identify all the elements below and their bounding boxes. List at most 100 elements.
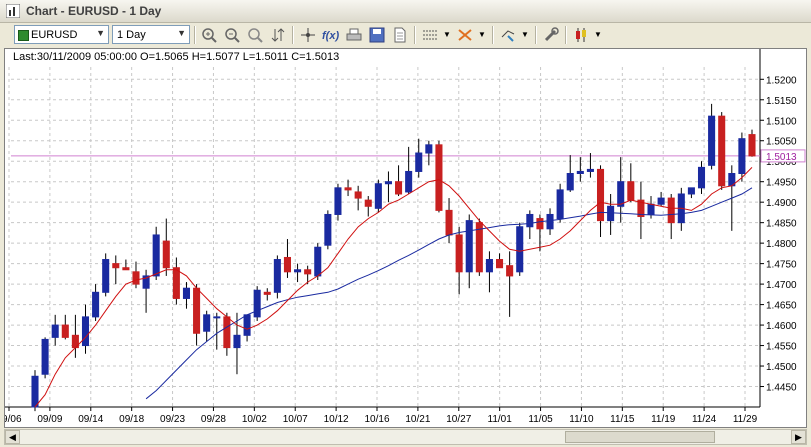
timeframe-value: 1 Day xyxy=(117,29,146,41)
candle-down xyxy=(364,199,372,207)
x-tick-label: 11/19 xyxy=(651,414,676,425)
candle-down xyxy=(455,234,463,273)
x-tick-label: 10/27 xyxy=(446,414,471,425)
chart-panel[interactable]: Last:30/11/2009 05:00:00 O=1.5065 H=1.50… xyxy=(4,48,807,428)
candle-down xyxy=(61,324,69,338)
candle-down xyxy=(223,316,231,349)
candle-down xyxy=(627,181,635,201)
candlestick-chart[interactable]: 1.4450 1.4500 1.4550 1.4600 1.4650 1.4700 1.47… xyxy=(5,49,806,427)
y-tick-label: 1.4800 xyxy=(766,239,797,250)
y-tick-label: 1.5050 xyxy=(766,137,797,148)
symbol-value: EURUSD xyxy=(31,29,78,41)
horizontal-scrollbar[interactable]: ◀ ▶ xyxy=(4,429,807,445)
candle-up xyxy=(334,187,342,215)
candle-up xyxy=(617,181,625,207)
chart-type-button[interactable] xyxy=(571,25,591,45)
candle-up xyxy=(41,338,49,375)
candle-up xyxy=(213,316,221,319)
candle-up xyxy=(314,246,322,277)
candle-up xyxy=(51,324,59,338)
document-button[interactable] xyxy=(390,25,410,45)
candle-down xyxy=(122,267,130,271)
candle-up xyxy=(738,138,746,175)
y-tick-label: 1.4600 xyxy=(766,321,797,332)
scroll-right-button[interactable]: ▶ xyxy=(791,430,806,444)
toolbar-separator xyxy=(492,26,494,44)
symbol-select[interactable]: EURUSD ▼ xyxy=(14,25,109,44)
toolbar-separator xyxy=(414,26,416,44)
candle-up xyxy=(465,220,473,273)
grid-icon xyxy=(423,30,437,40)
y-tick-label: 1.4850 xyxy=(766,219,797,230)
candle-up xyxy=(556,189,564,220)
title-bar: Chart - EURUSD - 1 Day xyxy=(0,0,811,23)
candle-up xyxy=(697,166,706,189)
zoom-in-button[interactable] xyxy=(199,25,219,45)
chevron-down-icon[interactable]: ▼ xyxy=(521,30,529,39)
save-button[interactable] xyxy=(367,25,387,45)
drawing-tools-button[interactable] xyxy=(498,25,518,45)
x-tick-label: 11/15 xyxy=(610,414,635,425)
y-tick-label: 1.4750 xyxy=(766,260,797,271)
candle-up xyxy=(182,287,191,299)
settings-button[interactable] xyxy=(541,25,561,45)
x-tick-label: 09/06 xyxy=(5,414,22,425)
y-tick-label: 1.4650 xyxy=(766,301,797,312)
document-icon xyxy=(394,27,406,43)
x-tick-label: 09/14 xyxy=(78,414,103,425)
zoom-in-icon xyxy=(202,28,217,43)
candle-down xyxy=(395,181,403,195)
chevron-down-icon: ▼ xyxy=(177,28,186,38)
candle-up xyxy=(415,152,423,172)
candle-up xyxy=(203,314,211,332)
scroll-left-button[interactable]: ◀ xyxy=(5,430,20,444)
y-tick-label: 1.5100 xyxy=(766,116,797,127)
zoom-out-button[interactable] xyxy=(222,25,242,45)
scrollbar-thumb[interactable] xyxy=(565,431,715,443)
candle-up xyxy=(92,291,100,318)
candlestick-icon xyxy=(576,28,586,42)
functions-button[interactable]: f(x) xyxy=(321,25,341,45)
candle-up xyxy=(708,115,716,166)
candle-up xyxy=(324,213,332,246)
toolbar-separator xyxy=(194,26,196,44)
timeframe-select[interactable]: 1 Day ▼ xyxy=(112,25,190,44)
candle-up xyxy=(31,375,39,408)
svg-text:f(x): f(x) xyxy=(322,30,339,42)
sort-icon xyxy=(271,28,285,42)
zoom-reset-button[interactable] xyxy=(245,25,265,45)
chevron-down-icon[interactable]: ▼ xyxy=(443,30,451,39)
x-tick-label: 10/16 xyxy=(364,414,389,425)
candle-up xyxy=(647,203,655,215)
crosshair-button[interactable] xyxy=(298,25,318,45)
print-button[interactable] xyxy=(344,25,364,45)
candle-up xyxy=(374,183,382,209)
pattern-button[interactable] xyxy=(455,25,475,45)
candle-up xyxy=(576,170,584,175)
candle-up xyxy=(81,316,90,347)
candle-down xyxy=(162,240,170,269)
sort-button[interactable] xyxy=(268,25,288,45)
candle-up xyxy=(273,259,281,293)
y-tick-label: 1.4950 xyxy=(766,178,797,189)
candle-up xyxy=(384,181,392,185)
toolbar-separator xyxy=(565,26,567,44)
print-icon xyxy=(346,28,362,41)
candle-down xyxy=(112,263,120,269)
candle-down xyxy=(283,256,291,273)
pattern-icon xyxy=(458,29,472,41)
chevron-down-icon[interactable]: ▼ xyxy=(594,30,602,39)
candle-up xyxy=(607,205,615,222)
candle-down xyxy=(132,271,140,285)
candle-up xyxy=(516,226,524,273)
x-tick-label: 11/05 xyxy=(528,414,553,425)
chevron-down-icon[interactable]: ▼ xyxy=(478,30,486,39)
grid-button[interactable] xyxy=(420,25,440,45)
save-icon xyxy=(369,27,385,43)
candle-up xyxy=(425,144,433,154)
candle-down xyxy=(667,197,675,224)
candle-up xyxy=(546,213,554,230)
candle-up xyxy=(566,173,574,191)
candle-down xyxy=(344,187,352,191)
crosshair-icon xyxy=(301,28,315,42)
